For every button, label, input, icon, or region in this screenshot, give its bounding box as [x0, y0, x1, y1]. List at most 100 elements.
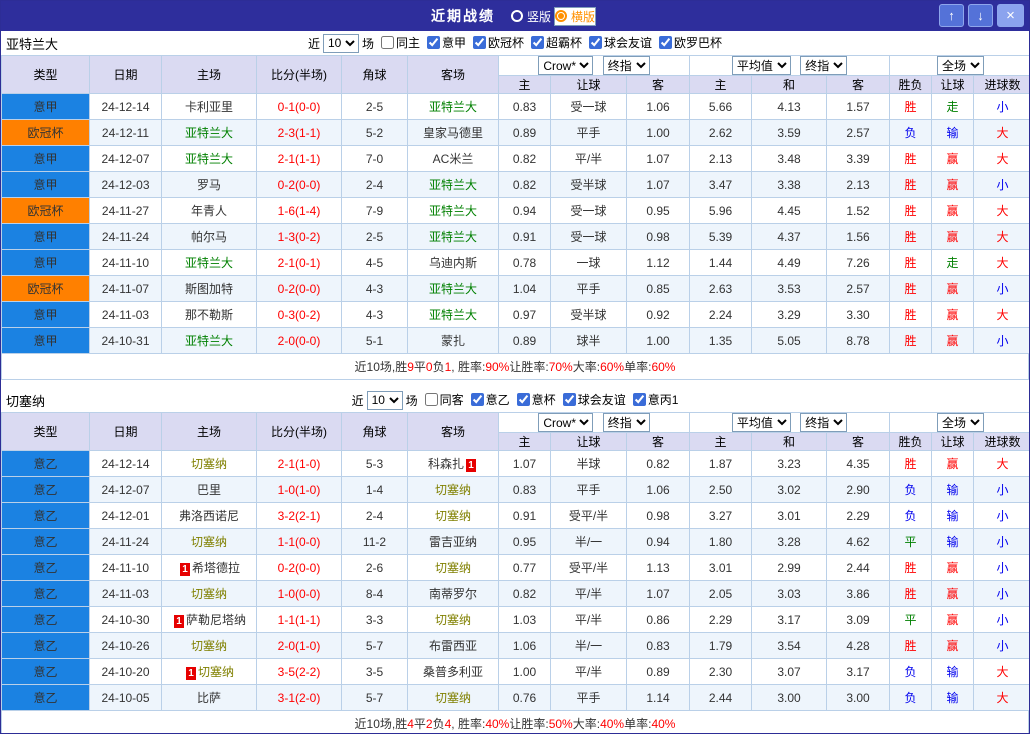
- match-count-select[interactable]: 10: [366, 390, 403, 410]
- corner-score: 7-0: [341, 145, 408, 172]
- filter-checkbox-球会友谊[interactable]: 球会友谊: [562, 391, 626, 408]
- goals-result: 大: [973, 249, 1029, 276]
- col-let: 让球: [931, 75, 975, 94]
- checkbox-icon[interactable]: [424, 393, 438, 406]
- handicap-result: 输: [931, 476, 975, 503]
- final-odds-select[interactable]: 终指: [602, 56, 650, 75]
- scroll-down-button[interactable]: ↓: [968, 4, 993, 27]
- col-result: 胜负: [889, 75, 933, 94]
- team-label: 乌迪内斯: [428, 256, 477, 270]
- checkbox-icon[interactable]: [562, 393, 576, 406]
- final-odds-select[interactable]: 终指: [800, 413, 848, 432]
- handicap: 半球: [550, 450, 627, 477]
- match-row: 意甲 24-12-07 亚特兰大 2-1(1-1) 7-0 AC米兰 0.82 平/半 1.07…: [1, 145, 1029, 172]
- corner-score: 7-9: [341, 197, 408, 224]
- scope-select-cell: 全场: [889, 412, 1029, 433]
- team-label: 切塞纳: [190, 639, 227, 653]
- filter-checkbox-意丙1[interactable]: 意丙1: [632, 391, 678, 408]
- match-row: 欧冠杯 24-11-07 斯图加特 0-2(0-0) 4-3 亚特兰大 1.04 平手 0.85…: [1, 275, 1029, 302]
- filter-checkbox-欧罗巴杯[interactable]: 欧罗巴杯: [659, 34, 722, 51]
- match-row: 意乙 24-10-30 1 萨勒尼塔纳 1-1(1-1) 3-3 切塞纳 1.03 平/半 0.8…: [1, 606, 1029, 633]
- radio-vertical-layout[interactable]: 竖版: [510, 8, 551, 25]
- avg-away-odds: 7.26: [826, 249, 891, 276]
- checkbox-icon[interactable]: [473, 36, 486, 49]
- home-team: 罗马: [161, 171, 257, 198]
- up-arrow-icon: ↑: [948, 8, 955, 23]
- score: 2-1(1-1): [256, 145, 342, 172]
- match-row: 意甲 24-12-14 卡利亚里 0-1(0-0) 2-5 亚特兰大 0.83 受一球 1.06…: [1, 93, 1029, 120]
- checkbox-icon[interactable]: [531, 36, 545, 49]
- avg-away-odds: 4.35: [826, 450, 891, 477]
- home-odds: 0.77: [498, 554, 551, 581]
- summary-segment: 单率:: [624, 360, 652, 374]
- checkbox-icon[interactable]: [516, 393, 530, 406]
- filter-checkbox-球会友谊[interactable]: 球会友谊: [589, 34, 652, 51]
- away-team: 皇家马德里: [407, 119, 499, 146]
- home-odds: 0.76: [498, 684, 551, 711]
- corner-score: 1-4: [341, 476, 408, 503]
- final-odds-select[interactable]: 终指: [602, 413, 650, 432]
- team-label: 切塞纳: [434, 483, 471, 497]
- checkbox-icon[interactable]: [632, 393, 646, 406]
- col-home: 主场: [161, 55, 257, 94]
- away-team: 切塞纳: [407, 554, 499, 581]
- filter-checkbox-意杯[interactable]: 意杯: [516, 391, 556, 408]
- full-match-select[interactable]: 全场: [937, 56, 985, 75]
- home-odds: 1.00: [498, 658, 551, 685]
- checkbox-icon[interactable]: [426, 36, 440, 49]
- match-date: 24-11-10: [89, 554, 162, 581]
- filter-checkbox-意甲[interactable]: 意甲: [426, 34, 466, 51]
- team-label: 罗马: [196, 178, 221, 192]
- handicap-result: 赢: [931, 197, 975, 224]
- odds-select-cell: Crow* 终指: [497, 412, 691, 433]
- close-button[interactable]: ×: [997, 4, 1024, 27]
- match-date: 24-10-31: [89, 327, 162, 354]
- radio-horizontal-layout[interactable]: 横版: [554, 6, 597, 26]
- average-odds-select[interactable]: 平均值: [731, 413, 791, 432]
- away-odds: 0.85: [625, 275, 691, 302]
- final-odds-select[interactable]: 终指: [800, 56, 848, 75]
- away-odds: 0.92: [625, 301, 691, 328]
- summary-segment: 负: [432, 360, 445, 374]
- corner-score: 5-7: [341, 632, 408, 659]
- match-count-select[interactable]: 10: [322, 33, 359, 53]
- filter-checkbox-意乙[interactable]: 意乙: [470, 391, 510, 408]
- league-badge: 意甲: [1, 249, 90, 276]
- team-label: 萨勒尼塔纳: [185, 613, 246, 627]
- full-match-select[interactable]: 全场: [937, 413, 985, 432]
- handicap: 受平/半: [550, 502, 627, 529]
- league-badge: 意甲: [1, 223, 90, 250]
- home-team: 亚特兰大: [161, 119, 257, 146]
- score: 0-2(0-0): [256, 554, 342, 581]
- win-lose-result: 负: [889, 658, 933, 685]
- odds-company-select[interactable]: Crow*: [538, 56, 594, 75]
- team-label: 巴里: [196, 483, 221, 497]
- avg-away-odds: 3.17: [826, 658, 891, 685]
- avg-home-odds: 2.63: [689, 275, 753, 302]
- match-date: 24-12-11: [89, 119, 162, 146]
- col-home-odds: 主: [498, 75, 551, 94]
- goals-result: 小: [973, 606, 1029, 633]
- goals-result: 大: [973, 450, 1029, 477]
- checkbox-icon[interactable]: [659, 36, 673, 49]
- handicap: 受一球: [550, 223, 627, 250]
- col-handicap: 让球: [550, 75, 627, 94]
- summary-segment: 70%: [548, 359, 573, 374]
- filter-checkbox-同客[interactable]: 同客: [424, 391, 464, 408]
- filter-checkbox-超霸杯[interactable]: 超霸杯: [531, 34, 582, 51]
- corner-score: 4-3: [341, 301, 408, 328]
- score: 1-6(1-4): [256, 197, 342, 224]
- checkbox-icon[interactable]: [589, 36, 603, 49]
- match-date: 24-10-20: [89, 658, 162, 685]
- odds-company-select[interactable]: Crow*: [538, 413, 594, 432]
- away-odds: 0.82: [625, 450, 691, 477]
- corner-score: 3-5: [341, 658, 408, 685]
- handicap-result: 输: [931, 119, 975, 146]
- filter-checkbox-欧冠杯[interactable]: 欧冠杯: [473, 34, 524, 51]
- filter-checkbox-同主[interactable]: 同主: [380, 34, 420, 51]
- scroll-up-button[interactable]: ↑: [939, 4, 964, 27]
- average-odds-select[interactable]: 平均值: [731, 56, 791, 75]
- checkbox-icon[interactable]: [380, 36, 394, 49]
- league-badge: 意甲: [1, 93, 90, 120]
- checkbox-icon[interactable]: [470, 393, 484, 406]
